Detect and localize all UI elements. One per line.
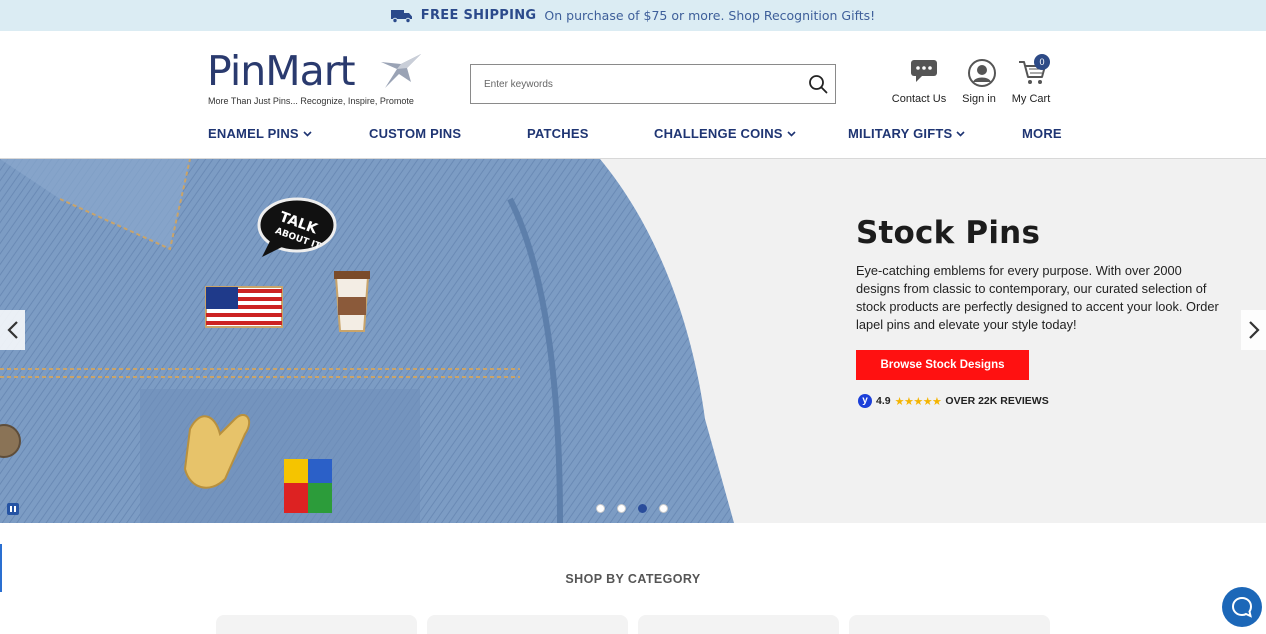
carousel-next-button[interactable]: [1241, 310, 1266, 350]
sign-in-link[interactable]: Sign in: [958, 58, 1000, 105]
category-card[interactable]: [216, 615, 417, 634]
user-icon: [968, 59, 996, 87]
carousel-dot[interactable]: [659, 504, 668, 513]
reviews-count: OVER 22K REVIEWS: [945, 395, 1049, 407]
carousel-prev-button[interactable]: [0, 310, 25, 350]
live-chat-button[interactable]: [1222, 587, 1262, 627]
category-card[interactable]: [849, 615, 1050, 634]
carousel-dot-active[interactable]: [638, 504, 647, 513]
rating-stars: ★★★★★: [894, 395, 942, 408]
nav-item-label: CUSTOM PINS: [369, 126, 462, 141]
search-input[interactable]: [471, 65, 791, 103]
shop-by-category-heading: SHOP BY CATEGORY: [565, 572, 701, 586]
star-icon: [381, 54, 421, 88]
carousel-dot[interactable]: [596, 504, 605, 513]
cart-link[interactable]: 0 My Cart: [1008, 54, 1054, 105]
chevron-right-icon: [1248, 321, 1260, 339]
logo-tagline: More Than Just Pins... Recognize, Inspir…: [208, 96, 414, 106]
promo-text: On purchase of $75 or more. Shop Recogni…: [544, 8, 876, 23]
contact-us-link[interactable]: Contact Us: [891, 58, 947, 105]
chevron-left-icon: [6, 321, 18, 339]
nav-item-custom-pins[interactable]: CUSTOM PINS: [369, 126, 461, 141]
browse-stock-designs-button[interactable]: Browse Stock Designs: [856, 350, 1029, 380]
carousel-dots: [596, 504, 668, 513]
search-box: [470, 64, 836, 104]
rating-value: 4.9: [876, 395, 891, 407]
main-nav: ENAMEL PINS CUSTOM PINS PATCHES CHALLENG…: [0, 118, 1266, 150]
category-card[interactable]: [427, 615, 628, 634]
site-logo[interactable]: PinMart More Than Just Pins... Recognize…: [207, 48, 427, 108]
nav-item-label: PATCHES: [527, 126, 589, 141]
chat-bubbles-icon: [911, 60, 937, 82]
logo-wordmark: PinMart: [207, 47, 356, 95]
chevron-down-icon: [956, 130, 965, 137]
review-rating[interactable]: y 4.9 ★★★★★ OVER 22K REVIEWS: [858, 394, 1049, 408]
hero-description: Eye-catching emblems for every purpose. …: [856, 263, 1219, 332]
nav-item-label: CHALLENGE COINS: [654, 126, 783, 141]
category-card[interactable]: [638, 615, 839, 634]
nav-item-challenge-coins[interactable]: CHALLENGE COINS: [654, 126, 796, 141]
nav-item-more[interactable]: MORE: [1022, 126, 1062, 141]
denim-jacket-pins-image: TALK ABOUT IT: [0, 159, 734, 523]
cart-label: My Cart: [1011, 93, 1051, 105]
nav-item-enamel-pins[interactable]: ENAMEL PINS: [208, 126, 312, 141]
nav-item-patches[interactable]: PATCHES: [527, 126, 589, 141]
promo-headline: FREE SHIPPING: [420, 8, 537, 23]
chevron-down-icon: [787, 130, 796, 137]
truck-icon: [390, 9, 412, 23]
contact-us-label: Contact Us: [891, 93, 947, 105]
yotpo-logo-icon: y: [858, 394, 872, 408]
hero-carousel: TALK ABOUT IT Stock Pins Eye-catching em…: [0, 159, 1266, 523]
search-icon[interactable]: [807, 73, 829, 95]
cart-count-badge: 0: [1034, 54, 1050, 70]
nav-item-label: ENAMEL PINS: [208, 126, 299, 141]
nav-item-label: MILITARY GIFTS: [848, 126, 953, 141]
hero-title: Stock Pins: [856, 215, 1041, 251]
pause-icon[interactable]: [7, 503, 19, 515]
promo-bar[interactable]: FREE SHIPPING On purchase of $75 or more…: [0, 0, 1266, 31]
carousel-dot[interactable]: [617, 504, 626, 513]
nav-item-military-gifts[interactable]: MILITARY GIFTS: [848, 126, 965, 141]
nav-item-label: MORE: [1022, 126, 1062, 141]
chat-icon: [1231, 596, 1253, 618]
chevron-down-icon: [303, 130, 312, 137]
sign-in-label: Sign in: [962, 93, 996, 105]
